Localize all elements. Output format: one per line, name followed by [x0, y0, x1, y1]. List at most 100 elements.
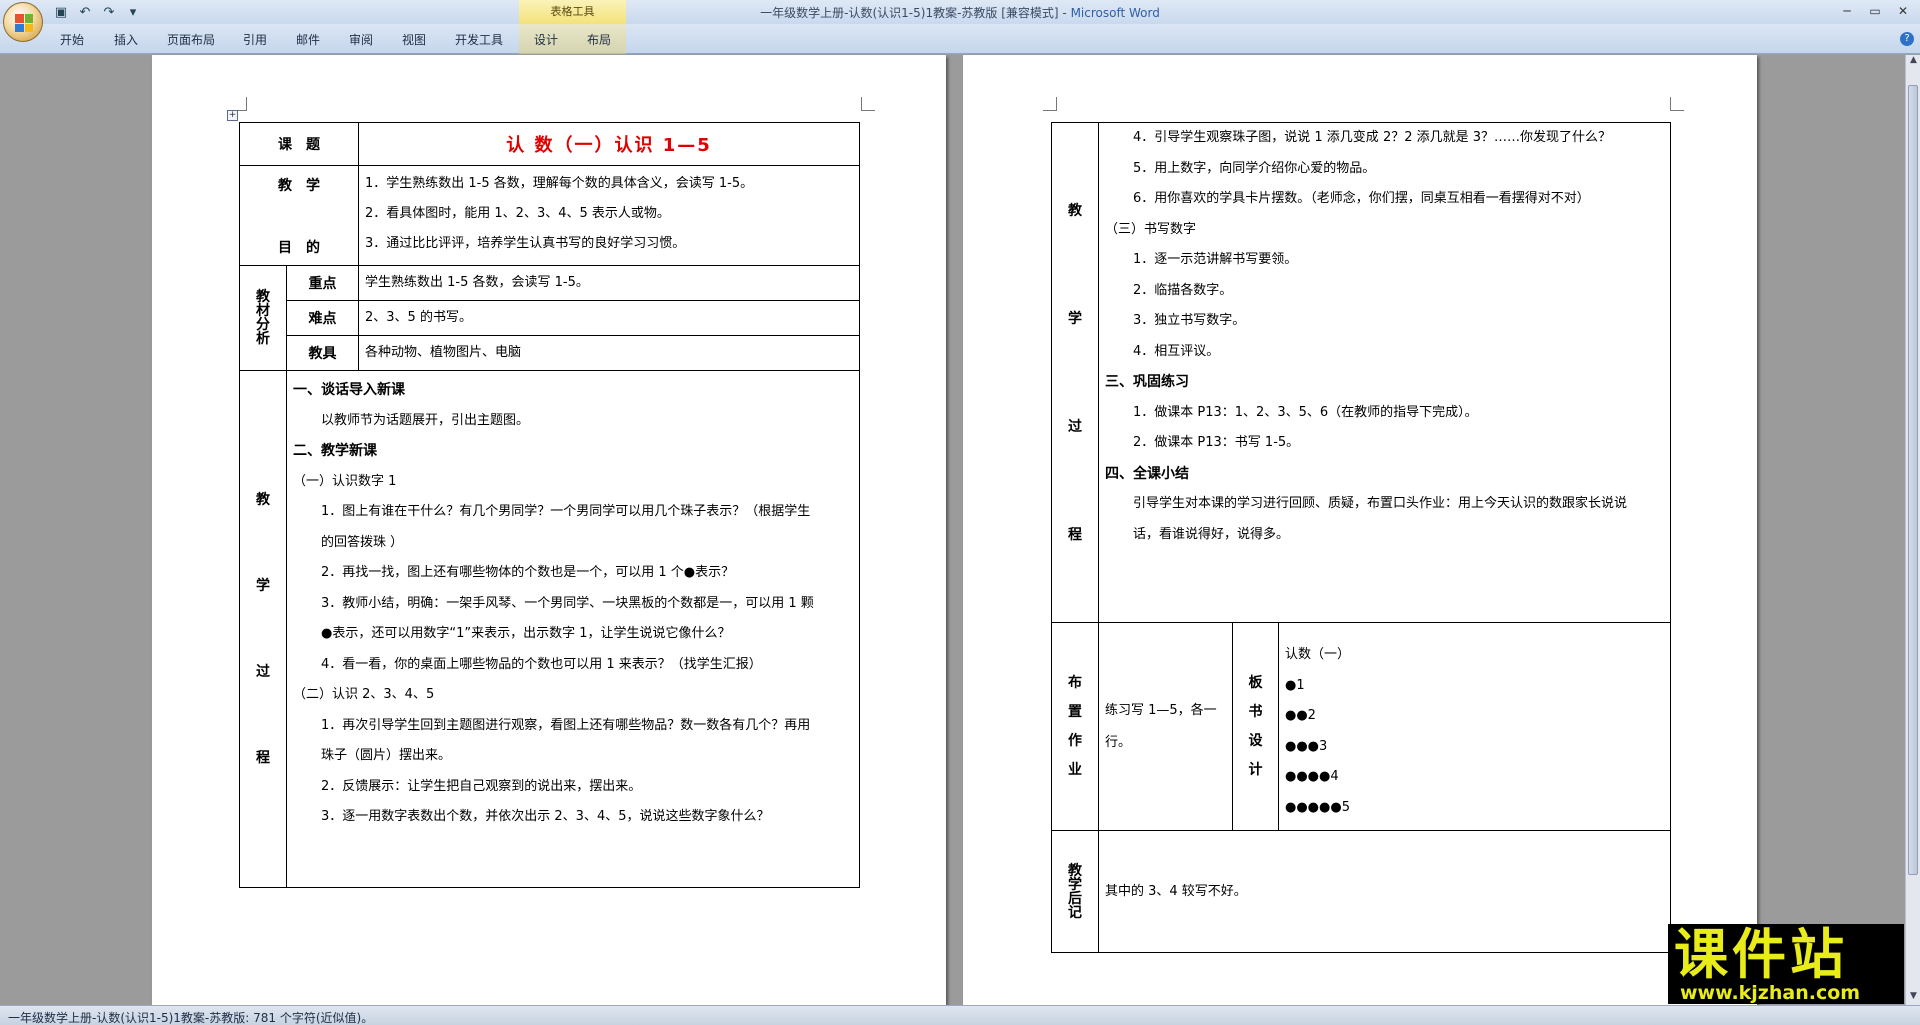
window-controls: ─ ▭ ✕: [1834, 2, 1916, 20]
process-line: 以教师节为话题展开，引出主题图。: [321, 412, 530, 428]
process-line: （一）认识数字 1: [293, 473, 397, 489]
goals-label-top: 教 学: [278, 177, 320, 194]
process-label-char: 程: [256, 750, 270, 766]
table-move-handle-icon[interactable]: +: [227, 110, 238, 121]
process-line: 3．教师小结，明确：一架手风琴、一个男同学、一块黑板的个数都是一，可以用 1 颗: [321, 595, 814, 611]
process-line: 4．引导学生观察珠子图，说说 1 添几变成 2？2 添几就是 3？……你发现了什…: [1133, 130, 1612, 145]
postscript-text: 其中的 3、4 较写不好。: [1097, 830, 1672, 953]
lesson-table-page1: 课 题 认 数（一）认识 1—5 教 学 目 的 1．学生熟练数出 1-5 各数…: [239, 122, 860, 888]
ribbon: [0, 24, 1920, 54]
topic-row: 课 题 认 数（一）认识 1—5: [239, 122, 860, 166]
process-line: 6．用你喜欢的学具卡片摆数。（老师念，你们摆，同桌互相看一看摆得对不对）: [1133, 191, 1590, 206]
watermark-logo: 课件站 www.kjzhan.com: [1668, 924, 1904, 1004]
minimize-icon[interactable]: ─: [1834, 2, 1860, 20]
process-label-char: 学: [256, 578, 270, 594]
goals-row: 教 学 目 的 1．学生熟练数出 1-5 各数，理解每个数的具体含义，会读写 1…: [239, 165, 860, 266]
crop-mark: [233, 97, 247, 111]
tab-references[interactable]: 引用: [243, 31, 267, 48]
process-line: 2．再找一找，图上还有哪些物体的个数也是一个，可以用 1 个●表示？: [321, 565, 735, 580]
window-title: 一年级数学上册-认数(认识1-5)1教案-苏教版 [兼容模式] - Micros…: [760, 6, 1160, 20]
goal-item: 2．看具体图时，能用 1、2、3、4、5 表示人或物。: [365, 206, 670, 221]
process-label-char: 教: [256, 492, 270, 508]
tab-layout[interactable]: 布局: [587, 31, 611, 48]
board-label-char: 计: [1248, 761, 1263, 778]
process-line: 4．看一看，你的桌面上哪些物品的个数也可以用 1 来表示？（找学生汇报）: [321, 656, 762, 672]
crop-mark: [1043, 97, 1057, 111]
board-line: 认数（一）: [1285, 647, 1351, 662]
scroll-up-icon[interactable]: ▲: [1906, 55, 1920, 69]
document-name: 一年级数学上册-认数(认识1-5)1教案-苏教版 [兼容模式]: [760, 6, 1059, 20]
scroll-down-icon[interactable]: ▼: [1906, 991, 1920, 1005]
process-line: 三、巩固练习: [1105, 374, 1189, 390]
tab-mailings[interactable]: 邮件: [296, 31, 320, 48]
analysis-row: 教材分析 重点 学生熟练数出 1-5 各数，会读写 1-5。: [239, 265, 860, 371]
tab-review[interactable]: 审阅: [349, 31, 373, 48]
maximize-icon[interactable]: ▭: [1862, 2, 1888, 20]
process-line: 3．逐一用数字表数出个数，并依次出示 2、3、4、5，说说这些数字象什么？: [321, 809, 770, 824]
tab-design[interactable]: 设计: [534, 31, 558, 48]
tab-developer[interactable]: 开发工具: [455, 31, 503, 48]
process-line: 1．逐一示范讲解书写要领。: [1133, 252, 1298, 267]
homework-text: 行。: [1105, 734, 1132, 750]
title-bar: ▣ ↶ ↷ ▾ 表格工具 一年级数学上册-认数(认识1-5)1教案-苏教版 [兼…: [0, 0, 1920, 24]
board-line: ●●●●4: [1285, 769, 1339, 784]
difficulty-value: 2、3、5 的书写。: [358, 300, 860, 336]
crop-mark: [1670, 97, 1684, 111]
board-label-cell: 板 书 设 计: [1232, 622, 1279, 831]
process-line: 二、教学新课: [293, 443, 377, 459]
board-line: ●●2: [1285, 708, 1316, 723]
homework-text: 练习写 1—5，各一: [1105, 702, 1217, 718]
topic-label: 课 题: [239, 122, 359, 166]
goals-cell: 1．学生熟练数出 1-5 各数，理解每个数的具体含义，会读写 1-5。 2．看具…: [358, 165, 860, 266]
key-point-value: 学生熟练数出 1-5 各数，会读写 1-5。: [358, 265, 860, 301]
process-label-char: 程: [1068, 526, 1082, 543]
process-line: （三）书写数字: [1105, 221, 1197, 237]
process-line: （二）认识 2、3、4、5: [293, 687, 435, 702]
goal-item: 3．通过比比评评，培养学生认真书写的良好学习习惯。: [365, 236, 686, 251]
process-line: 四、全课小结: [1105, 465, 1189, 482]
office-button[interactable]: [3, 2, 43, 42]
process-line: 的回答拨珠 ）: [321, 534, 404, 550]
tab-insert[interactable]: 插入: [114, 31, 138, 48]
teaching-aids-value: 各种动物、植物图片、电脑: [358, 335, 860, 371]
status-text: 一年级数学上册-认数(认识1-5)1教案-苏教版: 781 个字符(近似值)。: [8, 1011, 374, 1025]
topic-cell: 认 数（一）认识 1—5: [358, 122, 860, 166]
crop-mark: [861, 97, 875, 111]
watermark-text: 课件站: [1674, 923, 1848, 986]
process-label-cell: 教 学 过 程: [239, 370, 287, 888]
analysis-row: 难点 2、3、5 的书写。: [240, 300, 860, 336]
help-icon[interactable]: ?: [1900, 32, 1914, 46]
tab-page-layout[interactable]: 页面布局: [167, 31, 215, 48]
process-line: 4．相互评议。: [1133, 343, 1220, 359]
office-logo-icon: [15, 14, 33, 32]
board-label-char: 书: [1248, 703, 1263, 720]
key-point-label: 重点: [286, 265, 359, 301]
lesson-title: 认 数（一）认识 1—5: [506, 135, 712, 156]
process-line: 珠子（圆片）摆出来。: [321, 748, 452, 763]
process-label-cell: 教 学 过 程: [1051, 122, 1099, 623]
lesson-table-page2: 教 学 过 程 4．引导学生观察珠子图，说说 1 添几变成 2？2 添几就是 3…: [1051, 122, 1672, 953]
board-line: ●●●●●5: [1285, 799, 1350, 815]
board-line: ●1: [1285, 677, 1305, 693]
close-icon[interactable]: ✕: [1890, 2, 1916, 20]
tab-view[interactable]: 视图: [402, 31, 426, 48]
process-line: 引导学生对本课的学习进行回顾、质疑，布置口头作业：用上今天认识的数跟家长说说: [1133, 496, 1628, 511]
process-label-char: 过: [256, 664, 270, 680]
process-line: 1．图上有谁在干什么？有几个男同学？一个男同学可以用几个珠子表示？（根据学生: [321, 504, 811, 519]
vertical-scrollbar[interactable]: ▲ ▼: [1905, 55, 1920, 1005]
status-bar: 一年级数学上册-认数(认识1-5)1教案-苏教版: 781 个字符(近似值)。: [0, 1005, 1920, 1025]
board-content: 认数（一） ●1 ●●2 ●●●3 ●●●●4 ●●●●●5: [1277, 622, 1672, 831]
process-line: 2．临描各数字。: [1133, 282, 1233, 298]
goals-label-bottom: 目 的: [278, 239, 320, 256]
homework-content: 练习写 1—5，各一 行。: [1098, 622, 1233, 831]
difficulty-label: 难点: [286, 300, 359, 336]
watermark-url: www.kjzhan.com: [1680, 982, 1861, 1004]
process-label-char: 学: [1068, 310, 1082, 327]
goals-label-cell: 教 学 目 的: [239, 165, 359, 266]
tab-home[interactable]: 开始: [60, 31, 84, 48]
board-label-char: 设: [1248, 732, 1263, 749]
process-label-char: 教: [1068, 202, 1082, 219]
process-content: 一、谈话导入新课 以教师节为话题展开，引出主题图。 二、教学新课 （一）认识数字…: [286, 370, 860, 888]
process-line: 1．再次引导学生回到主题图进行观察，看图上还有哪些物品？数一数各有几个？再用: [321, 717, 811, 733]
scrollbar-thumb[interactable]: [1908, 85, 1918, 875]
